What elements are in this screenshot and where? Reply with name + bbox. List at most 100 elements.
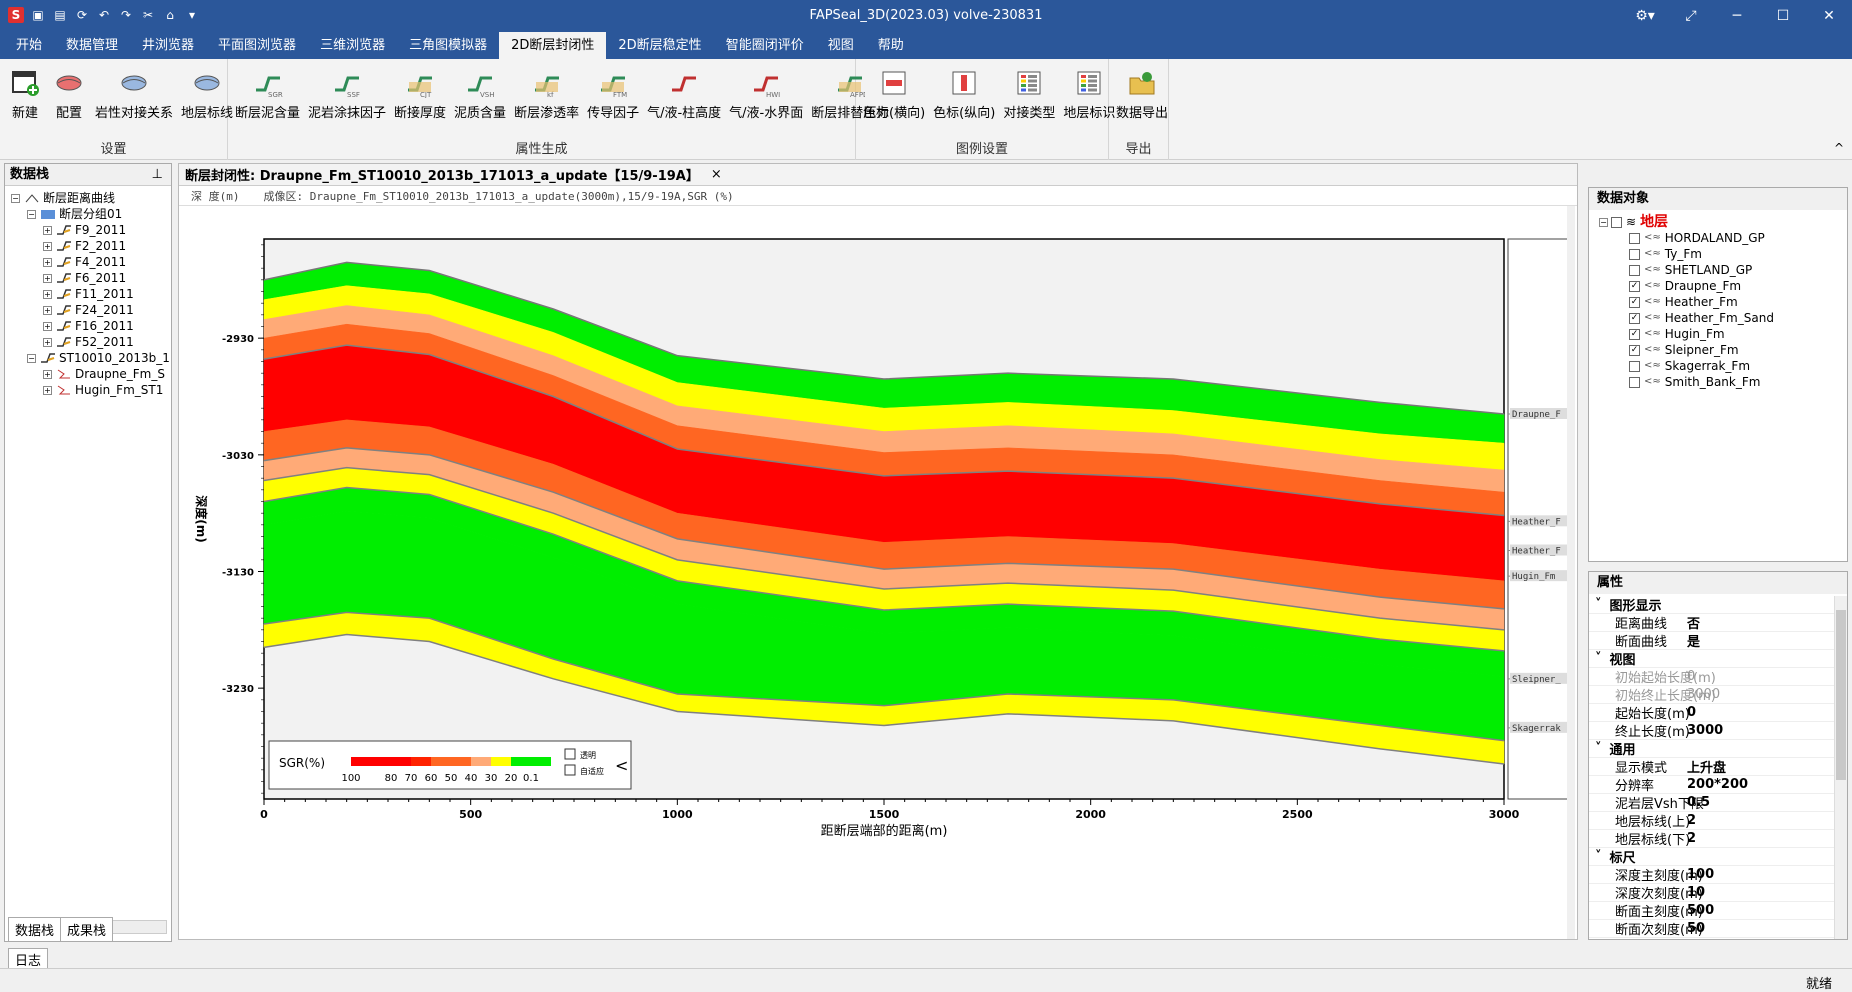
expand-toggle-icon[interactable]: + (43, 273, 52, 283)
menu-item-5[interactable]: 三角图模拟器 (397, 32, 499, 59)
property-section[interactable]: ˅ 标尺 (1589, 848, 1834, 866)
tree-node[interactable]: + F11_2011 (11, 286, 170, 302)
property-value[interactable]: 50 (1687, 921, 1834, 936)
layer-checkbox[interactable] (1629, 232, 1640, 244)
property-row[interactable]: 泥岩层Vsh下限 0.5 (1589, 794, 1834, 812)
layer-checkbox[interactable] (1629, 248, 1640, 260)
data-object-item[interactable]: ✓ <≈ Heather_Fm (1599, 294, 1774, 310)
left-tab-1[interactable]: 成果栈 (60, 917, 114, 942)
layer-checkbox[interactable]: ✓ (1629, 328, 1640, 340)
tree-node[interactable]: + F16_2011 (11, 318, 170, 334)
expand-toggle-icon[interactable]: − (27, 209, 36, 219)
menu-item-8[interactable]: 智能圈闭评价 (714, 32, 816, 59)
data-object-item[interactable]: ✓ <≈ Heather_Fm_Sand (1599, 310, 1774, 326)
data-object-item[interactable]: <≈ Smith_Bank_Fm (1599, 374, 1774, 390)
property-row[interactable]: 地层标线(上) 2 (1589, 812, 1834, 830)
ribbon-button-1-7[interactable]: HWI 气/液-水界面 (726, 65, 806, 121)
property-value[interactable]: 0 (1687, 705, 1834, 720)
restore-layout-icon[interactable]: ⤢ (1668, 0, 1714, 32)
ribbon-button-1-3[interactable]: VSH 泥质含量 (451, 65, 509, 121)
expand-toggle-icon[interactable]: + (43, 257, 52, 267)
menu-item-10[interactable]: 帮助 (866, 32, 916, 59)
tree-node[interactable]: + F9_2011 (11, 222, 170, 238)
property-row[interactable]: 分辨率 200*200 (1589, 776, 1834, 794)
close-button[interactable]: ✕ (1806, 0, 1852, 32)
data-object-item[interactable]: ✓ <≈ Hugin_Fm (1599, 326, 1774, 342)
tree-node[interactable]: + F2_2011 (11, 238, 170, 254)
menu-item-7[interactable]: 2D断层稳定性 (606, 32, 713, 59)
property-value[interactable]: 2 (1687, 813, 1834, 828)
ribbon-button-0-0[interactable]: 新建 (4, 65, 46, 121)
legend-option-checkbox[interactable] (564, 748, 576, 760)
data-object-root[interactable]: − ≋ 地层 (1599, 214, 1774, 230)
property-row[interactable]: 断面曲线 是 (1589, 632, 1834, 650)
property-value[interactable]: 100 (1687, 867, 1834, 882)
root-checkbox[interactable] (1611, 216, 1622, 228)
pin-icon[interactable]: ⊥ (152, 164, 163, 186)
property-row[interactable]: 终止长度(m) 3000 (1589, 722, 1834, 740)
property-row[interactable]: 距离曲线 否 (1589, 614, 1834, 632)
property-row[interactable]: 显示模式 上升盘 (1589, 758, 1834, 776)
property-value[interactable]: 200*200 (1687, 777, 1834, 792)
property-value[interactable]: 否 (1687, 613, 1834, 632)
legend-option-checkbox[interactable] (564, 764, 576, 776)
layer-checkbox[interactable]: ✓ (1629, 344, 1640, 356)
expand-toggle-icon[interactable]: + (43, 369, 52, 379)
tree-node[interactable]: + F52_2011 (11, 334, 170, 350)
property-value[interactable]: 3000 (1687, 723, 1834, 738)
data-object-item[interactable]: <≈ Ty_Fm (1599, 246, 1774, 262)
layer-checkbox[interactable] (1629, 360, 1640, 372)
property-value[interactable]: 500 (1687, 903, 1834, 918)
property-row[interactable]: 初始终止长度(m) 3000 (1589, 686, 1834, 704)
ribbon-button-2-1[interactable]: 色标(纵向) (930, 65, 998, 121)
ribbon-button-1-1[interactable]: SSF 泥岩涂抹因子 (305, 65, 389, 121)
properties-scrollbar[interactable] (1834, 596, 1847, 939)
tree-node[interactable]: + F4_2011 (11, 254, 170, 270)
property-value[interactable]: 2 (1687, 831, 1834, 846)
tree-node[interactable]: + Draupne_Fm_S (11, 366, 170, 382)
property-row[interactable]: 断面主刻度(m) 500 (1589, 902, 1834, 920)
property-row[interactable]: 地层标线(下) 2 (1589, 830, 1834, 848)
expand-toggle-icon[interactable]: + (43, 337, 52, 347)
expand-toggle-icon[interactable]: + (43, 289, 52, 299)
ribbon-button-1-5[interactable]: FTM 传导因子 (584, 65, 642, 121)
expand-toggle-icon[interactable]: + (43, 225, 52, 235)
theme-icon[interactable]: ⚙▾ (1622, 0, 1668, 32)
property-value[interactable]: 0.5 (1687, 795, 1834, 810)
expand-toggle-icon[interactable]: − (27, 353, 36, 363)
menu-item-3[interactable]: 平面图浏览器 (206, 32, 308, 59)
expand-toggle-icon[interactable]: − (1599, 217, 1608, 227)
data-object-item[interactable]: ✓ <≈ Sleipner_Fm (1599, 342, 1774, 358)
close-tab-button[interactable]: × (711, 167, 722, 182)
ribbon-button-1-0[interactable]: SGR 断层泥含量 (232, 65, 303, 121)
property-row[interactable]: 初始起始长度(m) 0 (1589, 668, 1834, 686)
menu-item-2[interactable]: 井浏览器 (130, 32, 206, 59)
expand-toggle-icon[interactable]: + (43, 385, 52, 395)
tree-node[interactable]: + F24_2011 (11, 302, 170, 318)
property-row[interactable]: 起始长度(m) 0 (1589, 704, 1834, 722)
property-value[interactable]: 上升盘 (1687, 757, 1834, 776)
layer-checkbox[interactable]: ✓ (1629, 280, 1640, 292)
menu-item-4[interactable]: 三维浏览器 (308, 32, 397, 59)
expand-toggle-icon[interactable]: + (43, 321, 52, 331)
menu-item-1[interactable]: 数据管理 (54, 32, 130, 59)
tree-node[interactable]: + Hugin_Fm_ST1 (11, 382, 170, 398)
expand-toggle-icon[interactable]: + (43, 305, 52, 315)
property-row[interactable]: 断面次刻度(m) 50 (1589, 920, 1834, 938)
collapse-ribbon-icon[interactable]: ^ (1834, 141, 1844, 155)
menu-item-6[interactable]: 2D断层封闭性 (499, 32, 607, 59)
layer-checkbox[interactable] (1629, 264, 1640, 276)
tree-node[interactable]: + F6_2011 (11, 270, 170, 286)
ribbon-button-2-0[interactable]: 色标(横向) (860, 65, 928, 121)
data-object-item[interactable]: <≈ SHETLAND_GP (1599, 262, 1774, 278)
expand-toggle-icon[interactable]: + (43, 241, 52, 251)
property-value[interactable]: 是 (1687, 631, 1834, 650)
property-section[interactable]: ˅ 通用 (1589, 740, 1834, 758)
legend-collapse-toggle[interactable]: < (615, 756, 628, 775)
data-object-item[interactable]: ✓ <≈ Draupne_Fm (1599, 278, 1774, 294)
layer-checkbox[interactable]: ✓ (1629, 312, 1640, 324)
expand-toggle-icon[interactable]: − (11, 193, 20, 203)
document-tab[interactable]: 断层封闭性: Draupne_Fm_ST10010_2013b_171013_a… (179, 164, 1577, 186)
menu-item-9[interactable]: 视图 (816, 32, 866, 59)
ribbon-button-1-2[interactable]: CJT 断接厚度 (391, 65, 449, 121)
